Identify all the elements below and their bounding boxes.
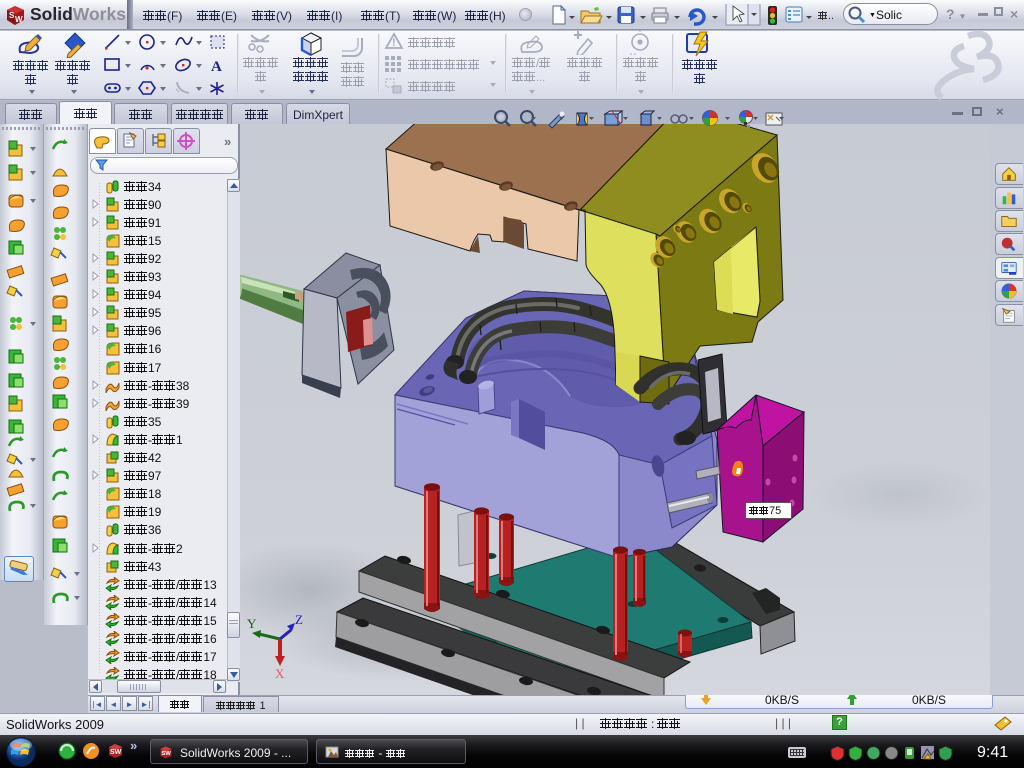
svg-text:SW: SW: [110, 749, 122, 756]
svg-text:W: W: [15, 15, 23, 24]
svg-text:Y: Y: [247, 616, 257, 631]
svg-text:X: X: [275, 666, 285, 680]
svg-text:!: !: [392, 37, 396, 49]
svg-text:SW: SW: [161, 751, 171, 757]
svg-text:Z: Z: [295, 612, 303, 627]
